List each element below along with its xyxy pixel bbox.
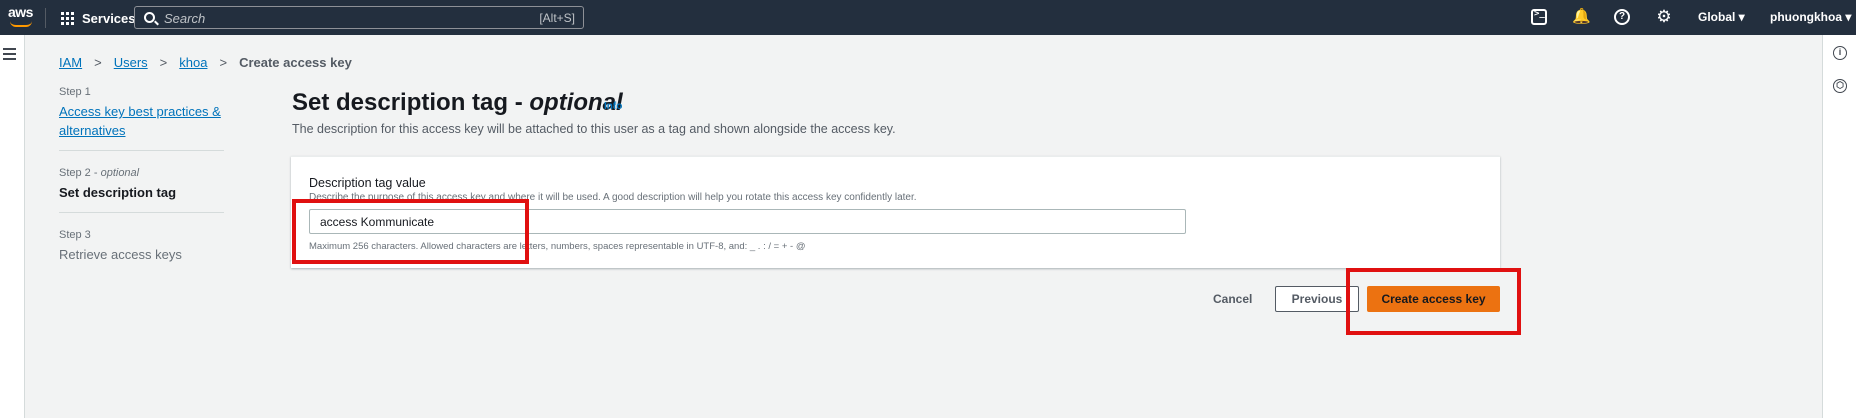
search-input[interactable]: Search [Alt+S]	[134, 6, 584, 29]
step-divider	[59, 212, 224, 213]
account-menu[interactable]: phuongkhoa ▾	[1770, 10, 1851, 24]
top-navigation-bar: aws Services Search [Alt+S] 🔔 ? ⚙ Global…	[0, 0, 1856, 35]
bell-icon[interactable]: 🔔	[1572, 9, 1591, 25]
breadcrumb-separator: >	[159, 54, 168, 70]
step-2-title: Set description tag	[59, 185, 177, 200]
description-tag-label: Description tag value	[309, 176, 426, 190]
left-rail	[0, 35, 25, 418]
previous-button[interactable]: Previous	[1275, 286, 1359, 312]
description-tag-panel: Description tag value Describe the purpo…	[291, 156, 1500, 268]
description-tag-input[interactable]	[309, 209, 1186, 234]
aws-smile-icon	[10, 21, 32, 27]
step-3: Step 3 Retrieve access keys	[59, 229, 224, 264]
step-2: Step 2 - optional Set description tag	[59, 167, 224, 202]
search-icon	[144, 12, 155, 23]
search-placeholder: Search	[164, 11, 206, 26]
aws-logo[interactable]: aws	[6, 4, 36, 30]
step-number: Step 3	[59, 229, 91, 241]
description-tag-constraint: Maximum 256 characters. Allowed characte…	[309, 241, 806, 252]
cloudshell-icon[interactable]	[1531, 9, 1547, 25]
services-label: Services	[82, 10, 136, 26]
grid-icon	[61, 11, 74, 25]
create-access-key-button[interactable]: Create access key	[1367, 286, 1500, 312]
help-icon[interactable]: ?	[1614, 9, 1630, 25]
region-selector[interactable]: Global ▾	[1698, 10, 1745, 24]
right-rail: i ⬡	[1822, 35, 1856, 418]
cancel-button[interactable]: Cancel	[1205, 286, 1260, 312]
aws-logo-text: aws	[8, 4, 33, 20]
nav-divider	[45, 8, 46, 28]
step-3-title: Retrieve access keys	[59, 247, 182, 262]
breadcrumb-separator: >	[219, 54, 228, 70]
step-1-link[interactable]: Access key best practices & alternatives	[59, 102, 224, 140]
step-divider	[59, 150, 224, 151]
info-link[interactable]: Info	[604, 101, 622, 112]
hamburger-menu-icon[interactable]	[3, 48, 16, 63]
step-number: Step 1	[59, 86, 91, 98]
services-menu-button[interactable]: Services	[61, 9, 136, 27]
hexagon-icon[interactable]: ⬡	[1833, 79, 1847, 93]
step-number: Step 2 - optional	[59, 167, 140, 179]
page-description: The description for this access key will…	[292, 122, 896, 136]
breadcrumb-users[interactable]: Users	[114, 55, 148, 70]
description-tag-hint: Describe the purpose of this access key …	[309, 192, 917, 203]
info-panel-icon[interactable]: i	[1833, 46, 1847, 60]
breadcrumb: IAM > Users > khoa > Create access key	[59, 54, 352, 70]
breadcrumb-current: Create access key	[239, 54, 352, 70]
step-1: Step 1 Access key best practices & alter…	[59, 86, 224, 140]
breadcrumb-separator: >	[94, 54, 102, 70]
search-shortcut: [Alt+S]	[539, 11, 575, 25]
wizard-steps: Step 1 Access key best practices & alter…	[59, 86, 224, 264]
breadcrumb-khoa[interactable]: khoa	[179, 55, 207, 70]
breadcrumb-iam[interactable]: IAM	[59, 55, 82, 70]
gear-icon[interactable]: ⚙	[1656, 8, 1672, 25]
page-title: Set description tag - optional	[292, 89, 623, 116]
